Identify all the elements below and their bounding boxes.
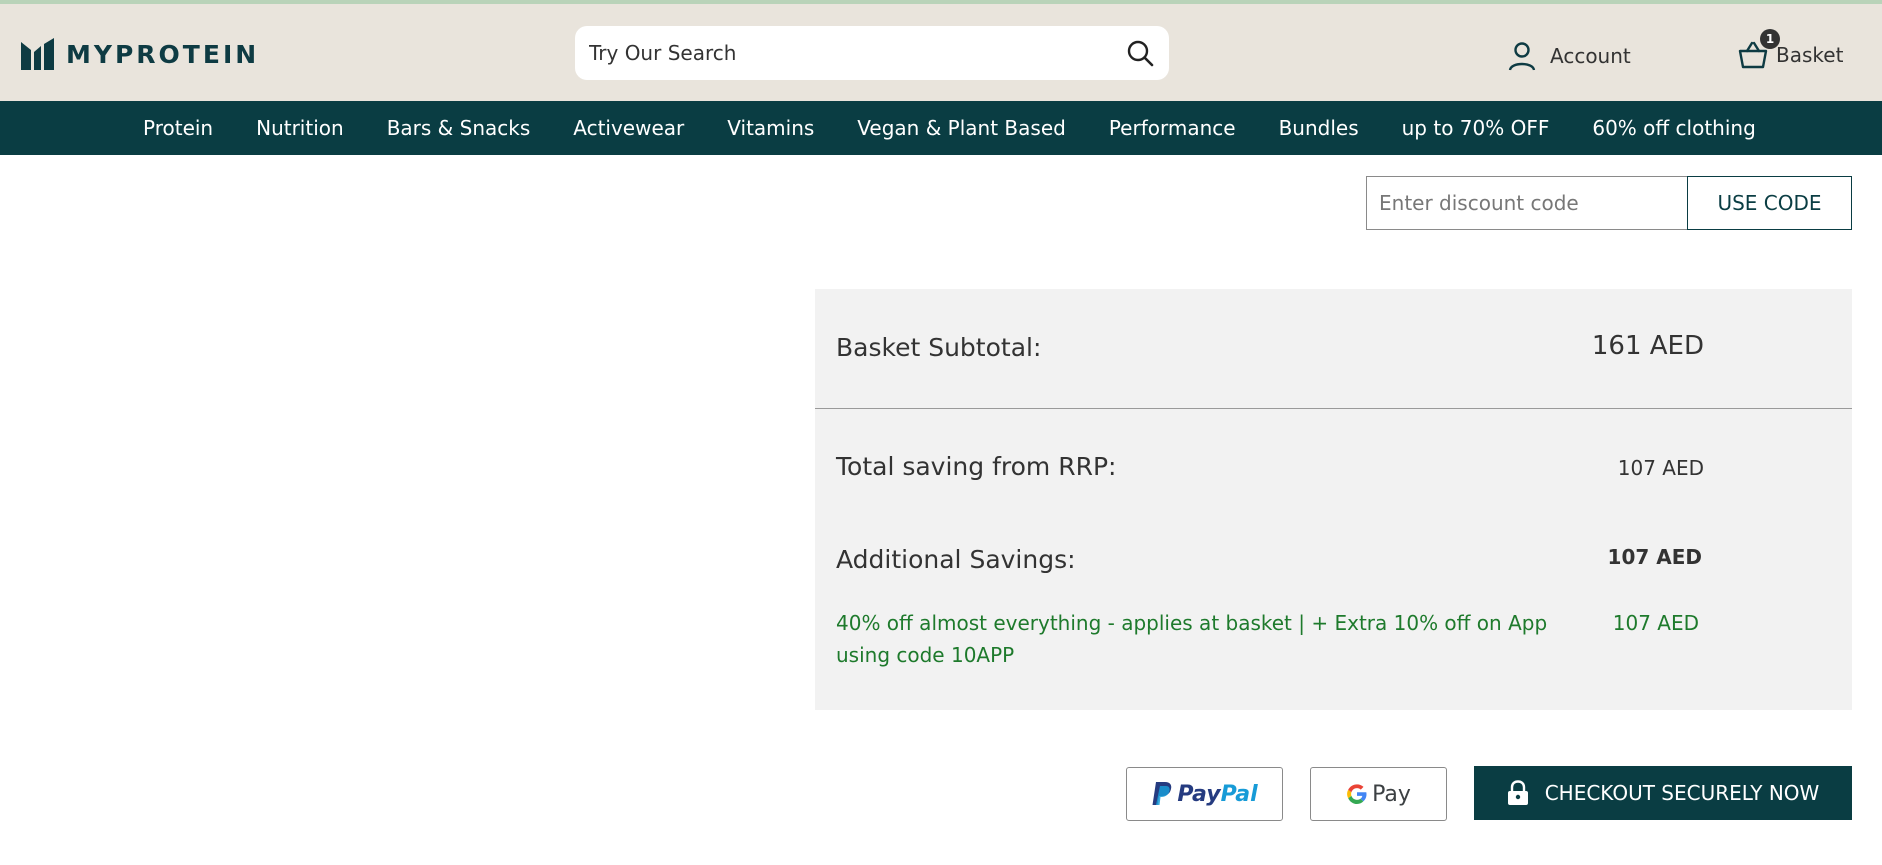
summary-divider	[815, 408, 1852, 409]
nav-item-nutrition[interactable]: Nutrition	[256, 116, 344, 140]
basket-icon-wrapper: 1	[1738, 29, 1780, 70]
nav-item-vegan-plant-based[interactable]: Vegan & Plant Based	[857, 116, 1066, 140]
nav-list: Protein Nutrition Bars & Snacks Activewe…	[143, 101, 1799, 155]
lock-icon	[1507, 780, 1528, 805]
myprotein-logo[interactable]: MYPROTEIN	[21, 38, 259, 70]
subtotal-label: Basket Subtotal:	[836, 333, 1042, 362]
subtotal-value: 161 AED	[1591, 331, 1704, 361]
myprotein-logo-icon	[21, 38, 54, 70]
account-link[interactable]: Account	[1508, 41, 1631, 71]
nav-item-bars-snacks[interactable]: Bars & Snacks	[387, 116, 531, 140]
google-pay-button[interactable]: Pay	[1310, 767, 1447, 821]
nav-item-activewear[interactable]: Activewear	[573, 116, 684, 140]
google-g-icon	[1347, 784, 1367, 804]
nav-item-60-off-clothing[interactable]: 60% off clothing	[1592, 116, 1755, 140]
nav-item-up-to-70-off[interactable]: up to 70% OFF	[1402, 116, 1550, 140]
main-navigation: Protein Nutrition Bars & Snacks Activewe…	[0, 101, 1882, 155]
paypal-wordmark: PayPal	[1177, 782, 1257, 807]
account-label: Account	[1550, 44, 1631, 68]
checkout-securely-button[interactable]: CHECKOUT SECURELY NOW	[1474, 766, 1852, 820]
rrp-saving-value: 107 AED	[1617, 456, 1704, 480]
additional-savings-value: 107 AED	[1607, 545, 1702, 569]
search-bar	[575, 26, 1169, 80]
search-icon[interactable]	[1125, 38, 1155, 68]
google-pay-label: Pay	[1372, 781, 1411, 807]
paypal-wordmark-pal: Pal	[1220, 781, 1258, 807]
site-header: MYPROTEIN Account 1 Basket	[0, 4, 1882, 101]
checkout-label: CHECKOUT SECURELY NOW	[1544, 781, 1820, 805]
nav-item-bundles[interactable]: Bundles	[1279, 116, 1359, 140]
additional-savings-label: Additional Savings:	[836, 545, 1076, 574]
nav-item-protein[interactable]: Protein	[143, 116, 213, 140]
discount-code-form: USE CODE	[1366, 176, 1852, 230]
basket-count-badge: 1	[1760, 29, 1780, 49]
nav-item-vitamins[interactable]: Vitamins	[727, 116, 814, 140]
promo-value: 107 AED	[1612, 611, 1699, 635]
nav-item-performance[interactable]: Performance	[1109, 116, 1236, 140]
logo-wordmark: MYPROTEIN	[66, 39, 260, 69]
basket-link[interactable]: 1 Basket	[1738, 29, 1844, 70]
discount-code-input[interactable]	[1366, 176, 1687, 230]
promo-description: 40% off almost everything - applies at b…	[836, 611, 1548, 667]
paypal-icon	[1152, 782, 1172, 805]
search-input[interactable]	[589, 41, 1125, 65]
user-icon	[1508, 42, 1536, 71]
rrp-saving-label: Total saving from RRP:	[836, 452, 1117, 481]
paypal-button[interactable]: PayPal	[1126, 767, 1283, 821]
use-code-button[interactable]: USE CODE	[1687, 176, 1852, 230]
basket-summary: Basket Subtotal: 161 AED Total saving fr…	[815, 289, 1852, 710]
basket-label: Basket	[1776, 43, 1844, 67]
paypal-wordmark-pay: Pay	[1177, 781, 1221, 807]
